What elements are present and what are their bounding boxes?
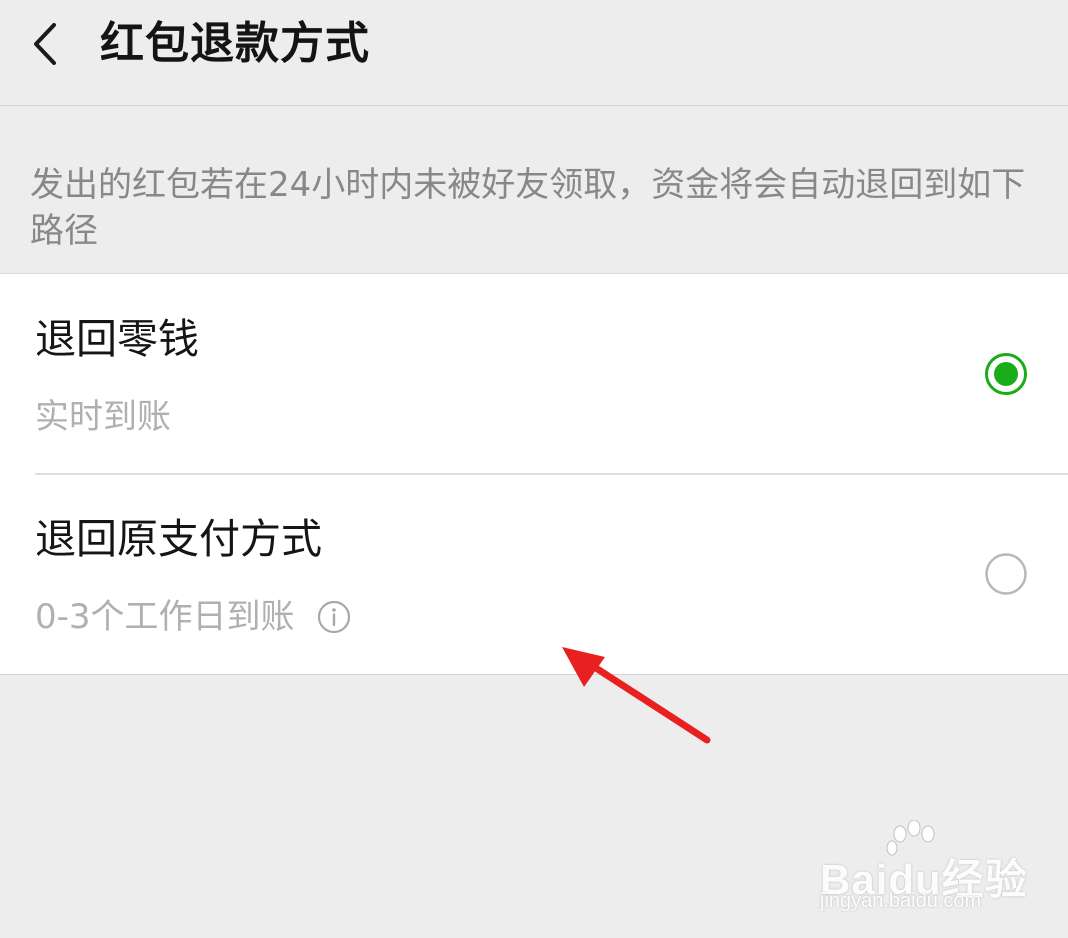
option-title: 退回零钱 <box>35 315 199 363</box>
option-return-to-original-payment[interactable]: 退回原支付方式 0-3个工作日到账 <box>0 474 1068 674</box>
option-subtitle: 0-3个工作日到账 <box>35 594 351 640</box>
option-subtitle-text: 0-3个工作日到账 <box>35 597 295 637</box>
refund-description: 发出的红包若在24小时内未被好友领取，资金将会自动退回到如下路径 <box>30 165 1026 251</box>
chevron-left-icon <box>34 23 56 65</box>
page-title: 红包退款方式 <box>100 18 370 69</box>
option-subtitle-text: 实时到账 <box>35 397 171 437</box>
watermark-url: jingyan.baidu.com <box>820 890 982 912</box>
radio-unselected-icon[interactable] <box>984 552 1028 596</box>
option-return-to-balance[interactable]: 退回零钱 实时到账 <box>0 274 1068 475</box>
navigation-bar: 红包退款方式 <box>0 0 1068 106</box>
info-icon[interactable] <box>317 600 351 634</box>
annotation-arrow-icon <box>562 647 711 744</box>
radio-selected-icon[interactable] <box>984 352 1028 396</box>
refund-options-list: 退回零钱 实时到账 退回原支付方式 0-3个工作日到账 <box>0 273 1068 675</box>
option-subtitle: 实时到账 <box>35 394 171 440</box>
back-button[interactable] <box>20 14 70 74</box>
baidu-watermark: Baidu经验 jingyan.baidu.com <box>812 820 1042 920</box>
option-title: 退回原支付方式 <box>35 515 322 563</box>
